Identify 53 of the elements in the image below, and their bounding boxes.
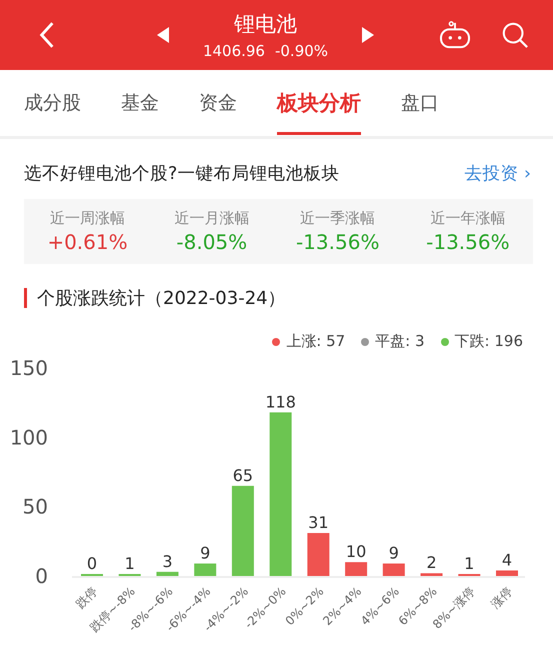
- axis-label: 涨停: [488, 584, 516, 612]
- data-label: 9: [388, 544, 399, 563]
- promo-text: 选不好锂电池个股?一键布局锂电池板块: [24, 163, 340, 185]
- bar: [156, 572, 178, 576]
- data-label: 9: [200, 544, 210, 563]
- stat-value: -13.56%: [426, 230, 510, 254]
- stat-label: 近一月涨幅: [174, 209, 250, 228]
- tab[interactable]: 盘口: [401, 72, 439, 134]
- data-label: 31: [308, 513, 329, 532]
- index-change: -0.90%: [274, 42, 328, 60]
- axis-label: 50: [22, 494, 48, 519]
- index-price: 1406.96: [202, 42, 265, 60]
- section-marker: [24, 288, 27, 308]
- bar: [345, 562, 368, 576]
- previous-icon[interactable]: [156, 27, 169, 43]
- data-label: 0: [86, 554, 98, 573]
- bar: [307, 533, 330, 576]
- data-label: 4: [502, 550, 512, 570]
- tab[interactable]: 基金: [121, 72, 159, 134]
- robot-icon[interactable]: [439, 21, 471, 49]
- bar: [420, 573, 443, 576]
- data-label: 2: [426, 553, 437, 572]
- stat-value: -13.56%: [296, 230, 380, 254]
- axis-label: 100: [10, 425, 48, 450]
- axis-label: 0: [35, 564, 48, 588]
- next-icon[interactable]: [362, 27, 374, 43]
- data-label: 118: [265, 392, 296, 412]
- search-icon[interactable]: [501, 21, 529, 49]
- invest-link[interactable]: 去投资 ›: [464, 161, 531, 185]
- data-label: 10: [346, 542, 366, 562]
- data-label: 3: [162, 552, 173, 571]
- section-title: 个股涨跌统计（2022-03-24）: [37, 287, 286, 310]
- data-label: 1: [124, 554, 135, 573]
- legend-label: 下跌: 196: [454, 332, 523, 351]
- axis-label: 150: [10, 356, 48, 380]
- legend-label: 上涨: 57: [286, 332, 346, 351]
- bar: [496, 570, 518, 576]
- stat-label: 近一周涨幅: [50, 209, 125, 228]
- bar: [194, 564, 216, 576]
- tab[interactable]: 板块分析: [277, 71, 361, 135]
- legend-label: 平盘: 3: [375, 332, 425, 351]
- stat-label: 近一年涨幅: [430, 209, 506, 228]
- stat-value: +0.61%: [47, 230, 128, 254]
- axis-label: 跌停: [73, 584, 100, 612]
- stat-label: 近一季涨幅: [300, 209, 376, 228]
- back-icon[interactable]: [38, 21, 56, 49]
- bar: [382, 564, 405, 576]
- data-label: 1: [464, 554, 474, 573]
- window-title: 锂电池: [232, 11, 298, 38]
- tab[interactable]: 成分股: [24, 72, 81, 134]
- stat-value: -8.05%: [176, 230, 248, 254]
- tab[interactable]: 资金: [199, 72, 237, 134]
- data-label: 65: [232, 466, 254, 485]
